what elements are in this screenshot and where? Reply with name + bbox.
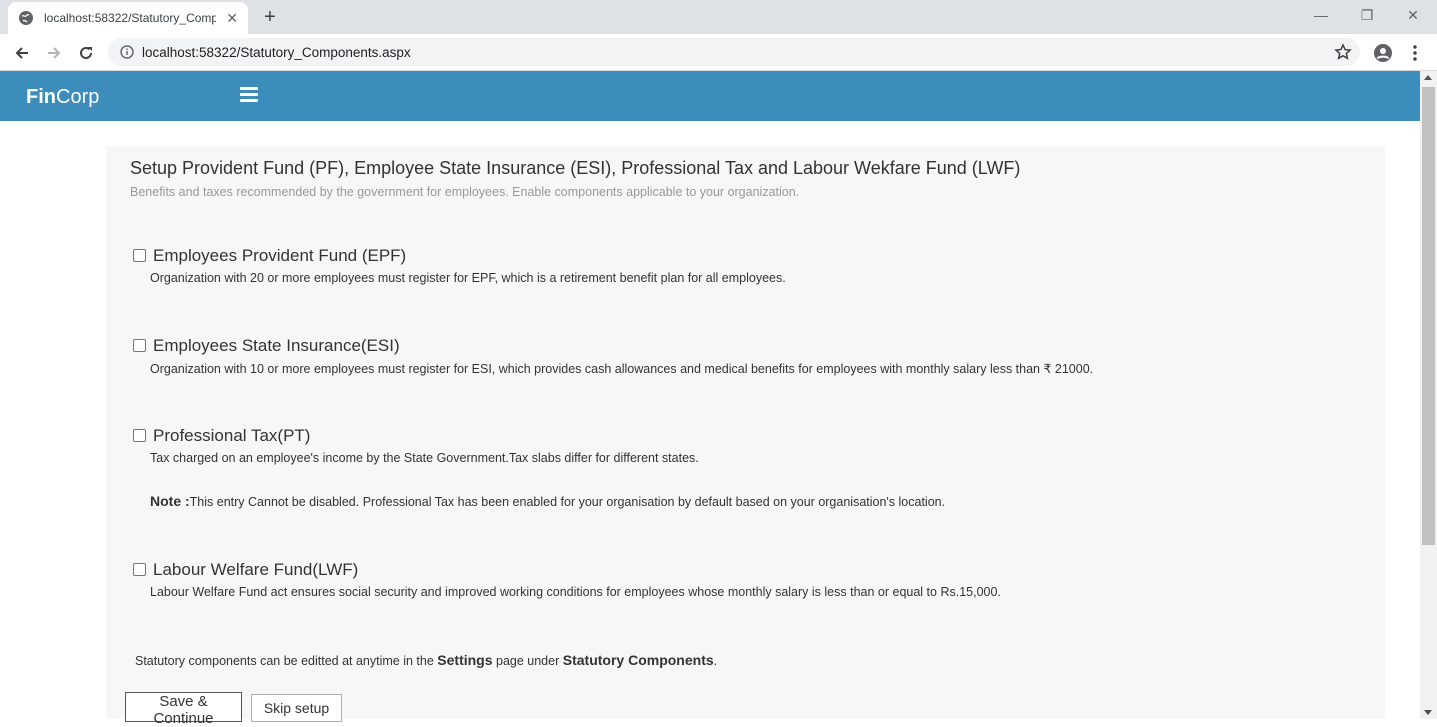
hint-components: Statutory Components	[562, 652, 714, 668]
statutory-components-panel: Setup Provident Fund (PF), Employee Stat…	[106, 146, 1385, 727]
scroll-down-icon[interactable]	[1424, 710, 1432, 715]
pt-note: Note :This entry Cannot be disabled. Pro…	[150, 493, 945, 509]
new-tab-button[interactable]: +	[258, 5, 282, 29]
page-subtitle: Benefits and taxes recommended by the go…	[130, 185, 800, 199]
skip-setup-button[interactable]: Skip setup	[251, 694, 342, 722]
browser-tab[interactable]: localhost:58322/Statutory_Comp ✕	[8, 2, 248, 34]
hamburger-menu-icon[interactable]	[240, 87, 258, 103]
reload-icon[interactable]	[73, 40, 99, 66]
esi-description: Organization with 10 or more employees m…	[150, 362, 1094, 376]
brand-logo[interactable]: FinCorp	[26, 86, 99, 109]
app-header: FinCorp	[0, 71, 1420, 121]
brand-bold: Fin	[26, 86, 56, 108]
lwf-description: Labour Welfare Fund act ensures social s…	[150, 585, 1001, 599]
restore-icon[interactable]: ❐	[1344, 4, 1390, 28]
note-text: This entry Cannot be disabled. Professio…	[189, 495, 946, 509]
pt-description: Tax charged on an employee's income by t…	[150, 451, 699, 465]
browser-tabstrip: localhost:58322/Statutory_Comp ✕ + — ❐ ✕	[0, 0, 1437, 34]
minimize-icon[interactable]: —	[1298, 4, 1344, 28]
scrollbar-thumb[interactable]	[1422, 87, 1435, 545]
address-bar[interactable]: localhost:58322/Statutory_Components.asp…	[108, 38, 1360, 66]
epf-checkbox[interactable]	[133, 249, 146, 262]
info-icon[interactable]	[120, 45, 134, 59]
back-arrow-icon[interactable]	[9, 40, 35, 66]
tab-title: localhost:58322/Statutory_Comp	[44, 11, 216, 25]
lwf-title: Labour Welfare Fund(LWF)	[153, 560, 359, 579]
account-icon[interactable]	[1370, 40, 1396, 66]
brand-rest: Corp	[56, 86, 100, 108]
save-continue-button[interactable]: Save & Continue	[125, 692, 242, 727]
epf-title: Employees Provident Fund (EPF)	[153, 246, 407, 265]
browser-toolbar: localhost:58322/Statutory_Components.asp…	[0, 34, 1437, 71]
page-title: Setup Provident Fund (PF), Employee Stat…	[130, 158, 1021, 178]
settings-hint: Statutory components can be editted at a…	[135, 652, 717, 668]
close-window-icon[interactable]: ✕	[1390, 4, 1436, 28]
hint-middle: page under	[496, 654, 560, 668]
esi-checkbox[interactable]	[133, 339, 146, 352]
scroll-up-icon[interactable]	[1424, 75, 1432, 80]
forward-arrow-icon[interactable]	[41, 40, 67, 66]
esi-title: Employees State Insurance(ESI)	[153, 336, 400, 355]
pt-checkbox[interactable]	[133, 429, 146, 442]
menu-dots-icon[interactable]	[1402, 40, 1428, 66]
hint-settings: Settings	[437, 652, 493, 668]
hint-prefix: Statutory components can be editted at a…	[135, 654, 434, 668]
lwf-checkbox[interactable]	[133, 563, 146, 576]
hint-suffix: .	[713, 654, 718, 668]
epf-description: Organization with 20 or more employees m…	[150, 271, 786, 285]
url-text[interactable]: localhost:58322/Statutory_Components.asp…	[142, 45, 411, 60]
bookmark-star-icon[interactable]	[1334, 43, 1352, 61]
vertical-scrollbar[interactable]	[1420, 71, 1437, 719]
pt-title: Professional Tax(PT)	[153, 426, 311, 445]
close-icon[interactable]: ✕	[226, 10, 238, 27]
globe-icon	[18, 10, 34, 26]
note-label: Note :	[150, 493, 190, 509]
